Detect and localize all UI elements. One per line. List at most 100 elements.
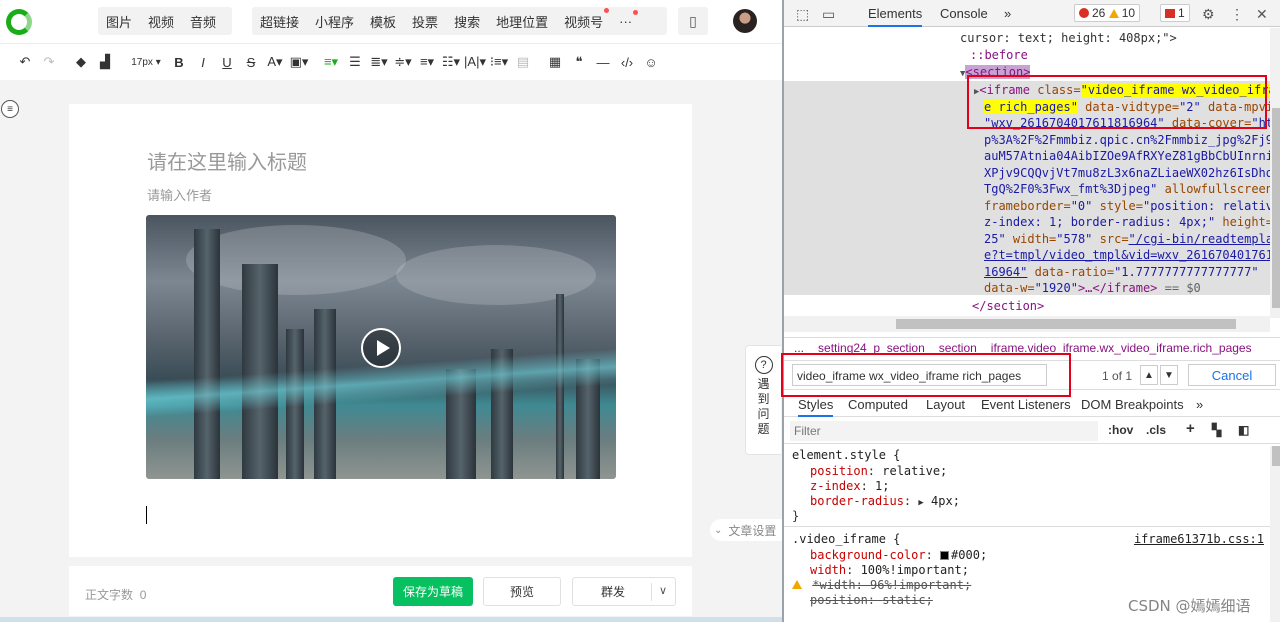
more-tabs-icon[interactable]: » [1004, 6, 1011, 21]
prop-value: static; [882, 593, 933, 607]
insert-video-button[interactable]: 视频 [140, 12, 182, 31]
style-decl-radius[interactable]: border-radius: ▶ 4px; [810, 494, 960, 511]
mass-send-label: 群发 [601, 585, 626, 599]
insert-template-button[interactable]: 模板 [362, 12, 404, 31]
ratio-attr-name: data-ratio= [1034, 265, 1115, 279]
author-input[interactable]: 请输入作者 [147, 185, 212, 204]
src-link-1[interactable]: "/cgi-bin/readtemplat [1129, 232, 1270, 246]
video-embed[interactable] [146, 215, 616, 479]
align-icon[interactable]: ≡▾ [320, 51, 342, 73]
play-icon[interactable] [361, 328, 401, 368]
dom-horizontal-scrollbar[interactable] [784, 316, 1270, 332]
indent-icon[interactable]: ☰ [344, 51, 366, 73]
save-draft-button[interactable]: 保存为草稿 [393, 577, 473, 606]
stylesheet-source-link[interactable]: iframe61371b.css:1 [1134, 532, 1264, 547]
more-button[interactable]: ··· [611, 9, 640, 29]
letter-spacing-icon[interactable]: |A|▾ [464, 51, 486, 73]
cls-toggle[interactable]: .cls [1146, 423, 1166, 437]
style-decl-position-static[interactable]: position: static; [810, 593, 933, 608]
add-rule-icon[interactable]: + [1186, 420, 1195, 437]
devtools-panel: ⬚ ▭ Elements Console » 26 10 1 ⚙ ⋮ ✕ cur… [781, 0, 1280, 622]
kebab-menu-icon[interactable]: ⋮ [1230, 6, 1244, 23]
hov-toggle[interactable]: :hov [1108, 423, 1133, 437]
eraser-icon[interactable]: ◆ [70, 51, 92, 73]
insert-location-button[interactable]: 地理位置 [488, 12, 556, 31]
tab-elements[interactable]: Elements [868, 6, 923, 27]
style-decl-width[interactable]: width: 100%!important; [810, 563, 969, 578]
outline-toggle-icon[interactable]: ≡ [1, 100, 19, 118]
dom-vertical-scrollbar[interactable] [1270, 28, 1280, 318]
text-align-icon[interactable]: ≣▾ [368, 51, 390, 73]
color-swatch[interactable] [940, 551, 950, 560]
font-color-icon[interactable]: A▾ [264, 51, 286, 73]
undo-icon[interactable]: ↶ [14, 51, 36, 73]
code-icon[interactable]: ‹/› [616, 51, 638, 73]
close-icon[interactable]: ✕ [1256, 6, 1268, 23]
insert-image-button[interactable]: 图片 [98, 12, 140, 31]
dom-before-pseudo[interactable]: ::before [970, 47, 1028, 64]
bold-icon[interactable]: B [168, 51, 190, 73]
chevron-down-icon[interactable]: ∨ [659, 584, 667, 597]
background-color-icon[interactable]: ▣▾ [288, 51, 310, 73]
error-badge[interactable]: 26 10 [1074, 4, 1141, 22]
dom-tree: cursor: text; height: 408px;"> ::before … [784, 28, 1270, 316]
quote-icon[interactable]: ❝ [568, 51, 590, 73]
font-size-select[interactable]: 17px ▾ [126, 51, 166, 73]
style-decl-position[interactable]: position: relative; [810, 464, 947, 479]
format-painter-icon[interactable]: ▟ [94, 51, 116, 73]
underline-icon[interactable]: U [216, 51, 238, 73]
issues-badge[interactable]: 1 [1160, 4, 1190, 22]
insert-search-button[interactable]: 搜索 [446, 12, 488, 31]
paragraph-spacing-icon[interactable]: ☷▾ [440, 51, 462, 73]
sidebar-toggle-icon[interactable]: ◧ [1238, 423, 1249, 437]
help-panel[interactable]: ? 遇 到 问 题 [745, 345, 781, 455]
style-attr-value-1: "position: relative; [1142, 199, 1270, 213]
src-link-3[interactable]: 16964" [984, 265, 1027, 279]
insert-miniprogram-button[interactable]: 小程序 [307, 12, 362, 31]
style-decl-zindex[interactable]: z-index: 1; [810, 479, 889, 494]
src-link-2[interactable]: e?t=tmpl/video_tmpl&vid=wxv_261670401761… [984, 247, 1270, 264]
tab-dom-breakpoints[interactable]: DOM Breakpoints [1081, 397, 1184, 412]
preview-button[interactable]: 预览 [483, 577, 561, 606]
search-cancel-button[interactable]: Cancel [1188, 364, 1276, 386]
italic-icon[interactable]: I [192, 51, 214, 73]
vertical-align-icon[interactable]: ≑▾ [392, 51, 414, 73]
styles-vertical-scrollbar[interactable] [1270, 446, 1280, 622]
inspect-element-icon[interactable]: ⬚ [796, 6, 809, 23]
divider-icon[interactable]: — [592, 51, 614, 73]
insert-link-button[interactable]: 超链接 [252, 12, 307, 31]
document-icon[interactable]: ▯ [678, 7, 708, 35]
prop-name: position [810, 593, 868, 607]
insert-vote-button[interactable]: 投票 [404, 12, 446, 31]
paint-icon[interactable]: ▚ [1212, 423, 1221, 437]
tab-event-listeners[interactable]: Event Listeners [981, 397, 1071, 412]
dom-iframe-line-src: 25" width="578" src="/cgi-bin/readtempla… [984, 231, 1270, 248]
gear-icon[interactable]: ⚙ [1202, 6, 1215, 23]
table-icon[interactable]: ▦ [544, 51, 566, 73]
styles-filter-input[interactable]: Filter [790, 421, 1098, 441]
more-subtabs-icon[interactable]: » [1196, 397, 1203, 412]
style-decl-bgcolor[interactable]: background-color: #000; [810, 548, 987, 563]
insert-audio-button[interactable]: 音频 [182, 12, 224, 31]
rule-divider [784, 526, 1270, 527]
article-settings-button[interactable]: ⌄ 文章设置 [710, 519, 782, 541]
redo-icon[interactable]: ↷ [38, 51, 60, 73]
list-icon[interactable]: ⁝≡▾ [488, 51, 510, 73]
tab-computed[interactable]: Computed [848, 397, 908, 412]
mass-send-button[interactable]: 群发 ∨ [572, 577, 676, 606]
emoji-icon[interactable]: ☺ [640, 51, 662, 73]
help-char-1: 遇 [757, 377, 770, 391]
device-toggle-icon[interactable]: ▭ [822, 6, 835, 23]
tab-console[interactable]: Console [940, 6, 988, 21]
line-height-icon[interactable]: ≡▾ [416, 51, 438, 73]
search-prev-icon[interactable]: ▲ [1140, 365, 1158, 385]
tab-layout[interactable]: Layout [926, 397, 965, 412]
avatar[interactable] [733, 9, 757, 33]
insert-channels-button[interactable]: 视频号 [556, 7, 611, 31]
tab-styles[interactable]: Styles [798, 397, 834, 417]
help-icon: ? [754, 356, 773, 374]
title-input[interactable]: 请在这里输入标题 [147, 146, 307, 175]
strikethrough-icon[interactable]: S [240, 51, 262, 73]
search-next-icon[interactable]: ▼ [1160, 365, 1178, 385]
style-decl-star-width[interactable]: *width: 96%!important; [792, 578, 971, 593]
